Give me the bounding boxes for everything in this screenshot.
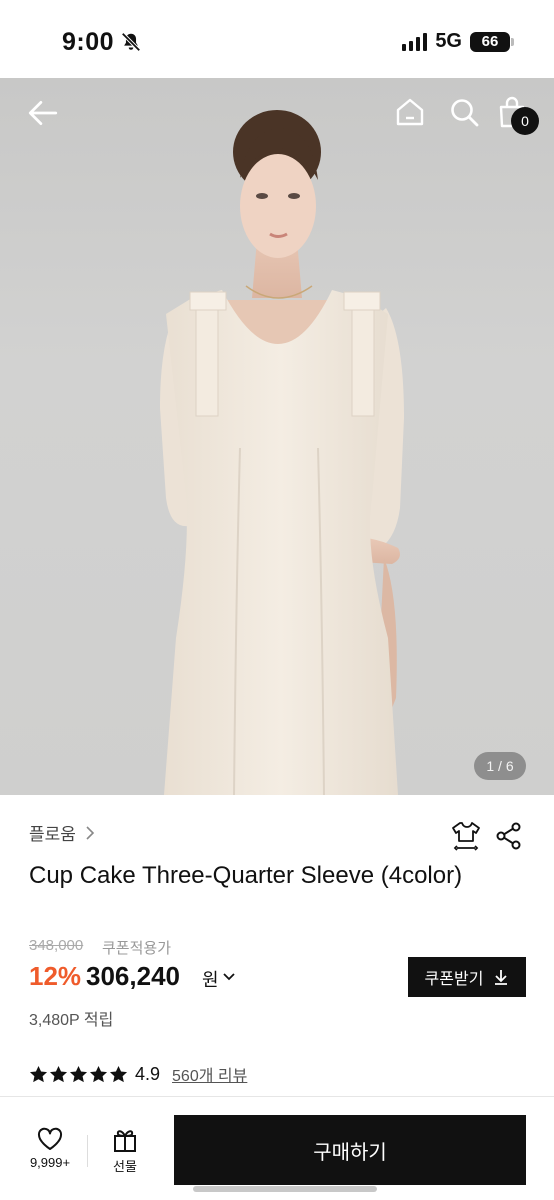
get-coupon-button[interactable]: 쿠폰받기 bbox=[408, 957, 526, 997]
image-pager: 1 / 6 bbox=[474, 752, 526, 780]
get-coupon-label: 쿠폰받기 bbox=[424, 971, 484, 988]
chevron-down-icon[interactable] bbox=[222, 971, 236, 983]
product-photo bbox=[160, 110, 404, 795]
battery-level: 66 bbox=[481, 33, 499, 50]
sale-price: 306,240 bbox=[86, 961, 180, 991]
like-button[interactable]: 9,999+ bbox=[18, 1127, 82, 1170]
signal-icon bbox=[402, 32, 428, 51]
home-indicator bbox=[193, 1186, 377, 1192]
download-icon bbox=[495, 970, 508, 985]
buy-now-label: 구매하기 bbox=[313, 1141, 387, 1164]
product-image-carousel[interactable]: 0 1 / 6 bbox=[0, 78, 554, 795]
original-price: 348,000 bbox=[29, 937, 84, 954]
network-type: 5G bbox=[435, 30, 462, 52]
star-icon bbox=[29, 1065, 48, 1082]
discount-rate: 12% bbox=[29, 961, 82, 991]
rating-value: 4.9 bbox=[135, 1063, 161, 1084]
star-icon bbox=[109, 1065, 128, 1082]
separator bbox=[87, 1135, 88, 1167]
reward-points: 3,480P 적립 bbox=[29, 1012, 114, 1029]
bottom-action-bar: 9,999+ 선물 구매하기 bbox=[0, 1097, 554, 1200]
star-icon bbox=[89, 1065, 108, 1082]
brand-link[interactable]: 플로움 bbox=[29, 820, 96, 845]
brand-name: 플로움 bbox=[29, 825, 76, 844]
star-icon bbox=[49, 1065, 68, 1082]
currency-label: 원 bbox=[202, 970, 219, 990]
status-indicators: 5G 66 bbox=[402, 30, 514, 53]
battery-icon: 66 bbox=[470, 31, 514, 52]
heart-icon bbox=[37, 1127, 63, 1150]
fit-guide-icon[interactable] bbox=[450, 820, 482, 852]
status-time: 9:00 bbox=[62, 28, 115, 56]
gift-button[interactable]: 선물 bbox=[98, 1127, 152, 1175]
status-bar: 9:00 5G 66 bbox=[0, 0, 554, 78]
gift-label: 선물 bbox=[113, 1159, 137, 1174]
home-icon[interactable] bbox=[394, 96, 426, 128]
coupon-price-note: 쿠폰적용가 bbox=[102, 940, 172, 957]
gift-icon bbox=[114, 1130, 136, 1152]
bell-slash-icon bbox=[121, 32, 141, 52]
review-count-link[interactable]: 560개 리뷰 bbox=[172, 1062, 247, 1086]
back-arrow-icon[interactable] bbox=[26, 96, 60, 130]
buy-now-button[interactable]: 구매하기 bbox=[174, 1115, 526, 1185]
rating-row: 4.9 560개 리뷰 bbox=[29, 1062, 247, 1086]
product-title: Cup Cake Three-Quarter Sleeve (4color) bbox=[29, 862, 463, 889]
star-icon bbox=[69, 1065, 88, 1082]
chevron-right-icon bbox=[86, 825, 95, 840]
star-rating bbox=[29, 1065, 128, 1084]
share-icon[interactable] bbox=[496, 822, 522, 850]
like-count: 9,999+ bbox=[29, 1155, 71, 1170]
cart-count-badge: 0 bbox=[511, 107, 539, 135]
search-icon[interactable] bbox=[448, 96, 480, 128]
